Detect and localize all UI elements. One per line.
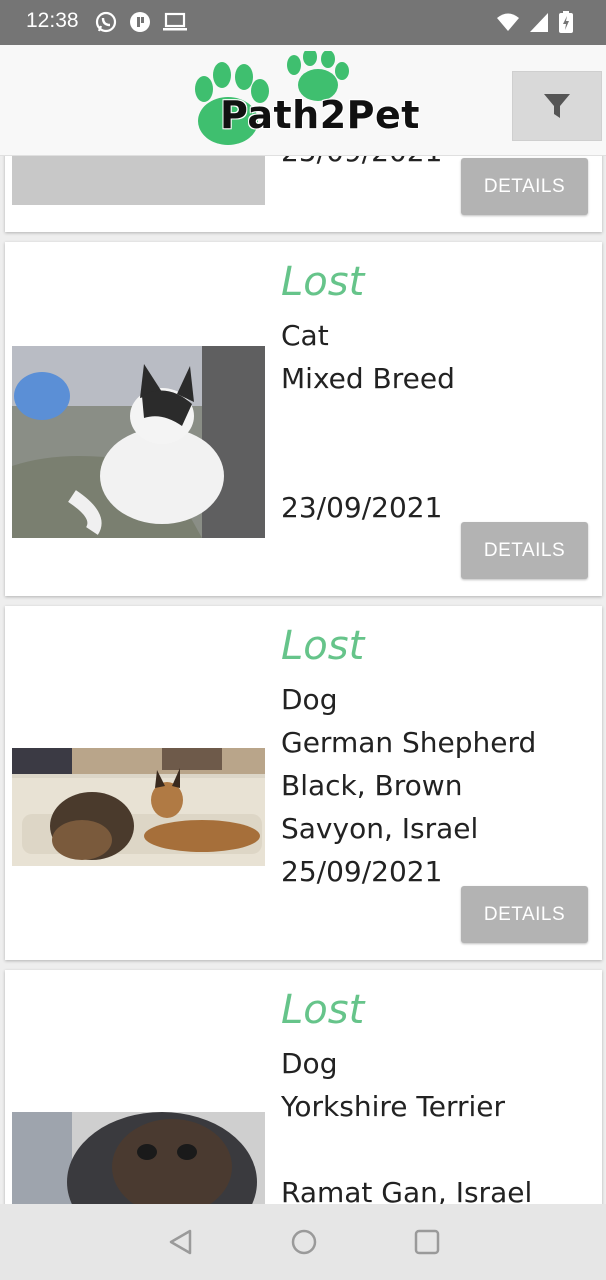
pet-color xyxy=(281,1128,532,1171)
pet-date: 25/09/2021 xyxy=(281,156,442,173)
laptop-icon xyxy=(163,12,187,31)
navigation-bar xyxy=(0,1204,606,1280)
details-button[interactable]: DETAILS xyxy=(461,158,588,215)
pet-photo xyxy=(12,346,265,538)
app-logo: Path2Pet xyxy=(192,51,420,151)
details-button[interactable]: DETAILS xyxy=(461,522,588,579)
details-button[interactable]: DETAILS xyxy=(461,886,588,943)
pet-status: Lost xyxy=(281,259,365,305)
pet-card: 25/09/2021 DETAILS xyxy=(5,156,602,232)
pet-type: Cat xyxy=(281,319,329,352)
pet-date: 23/09/2021 xyxy=(281,491,443,524)
pet-type: Dog xyxy=(281,1047,338,1080)
logo-text: Path2Pet xyxy=(220,93,420,137)
status-time: 12:38 xyxy=(26,9,79,32)
pet-card: Lost Cat Mixed Breed 23/09/2021 DETAILS xyxy=(5,242,602,596)
pet-location: Savyon, Israel xyxy=(281,812,479,845)
pet-card: Lost Dog German Shepherd Black, Brown Sa… xyxy=(5,606,602,960)
pet-location: Ramat Gan, Israel xyxy=(281,1176,533,1204)
battery-icon xyxy=(559,11,573,33)
pet-location xyxy=(281,443,455,486)
back-icon[interactable] xyxy=(168,1228,194,1256)
pet-photo xyxy=(12,748,265,866)
pet-type: Dog xyxy=(281,683,338,716)
wifi-icon xyxy=(497,13,519,31)
whatsapp-icon xyxy=(95,11,117,33)
pet-breed: German Shepherd xyxy=(281,726,537,759)
pet-feed[interactable]: 25/09/2021 DETAILS Lost Cat Mixed B xyxy=(0,156,606,1204)
app-notification-icon xyxy=(130,12,150,32)
filter-button[interactable] xyxy=(512,71,602,141)
filter-icon xyxy=(544,94,570,118)
pet-status: Lost xyxy=(281,987,365,1033)
recents-icon[interactable] xyxy=(414,1228,440,1256)
pet-color xyxy=(281,400,455,443)
signal-icon xyxy=(530,13,548,32)
pet-photo xyxy=(12,1112,265,1204)
pet-breed: Mixed Breed xyxy=(281,362,455,395)
pet-breed: Yorkshire Terrier xyxy=(281,1090,505,1123)
status-bar: 12:38 xyxy=(0,0,606,45)
home-icon[interactable] xyxy=(290,1228,318,1256)
pet-card: Lost Dog Yorkshire Terrier Ramat Gan, Is… xyxy=(5,970,602,1204)
pet-status: Lost xyxy=(281,623,365,669)
pet-photo xyxy=(12,156,265,205)
app-header: Path2Pet xyxy=(0,45,606,156)
pet-color: Black, Brown xyxy=(281,769,463,802)
